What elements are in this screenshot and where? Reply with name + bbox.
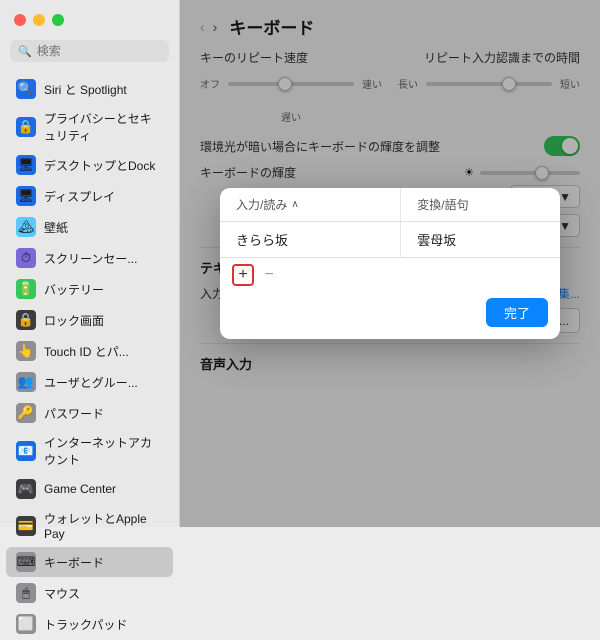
- sidebar-icon-wallpaper: 🏔: [16, 217, 36, 237]
- sidebar-icon-wallet: 💳: [16, 516, 36, 536]
- sidebar-icon-screensaver: ⏱: [16, 248, 36, 268]
- sidebar-item-battery[interactable]: 🔋 バッテリー: [6, 274, 173, 304]
- sidebar-icon-siri-spotlight: 🔍: [16, 79, 36, 99]
- done-button[interactable]: 完了: [486, 298, 548, 327]
- sidebar-label-trackpad: トラックパッド: [44, 616, 127, 633]
- sidebar-label-display: ディスプレイ: [44, 188, 115, 205]
- fullscreen-button[interactable]: [52, 14, 64, 26]
- traffic-lights: [14, 14, 64, 26]
- search-input[interactable]: [37, 44, 161, 58]
- search-bar[interactable]: 🔍: [10, 40, 169, 62]
- modal-overlay: 入力/読み ∧ 変換/語句 きらら坂 雲母坂 + − 完了: [180, 0, 600, 527]
- minimize-button[interactable]: [33, 14, 45, 26]
- sidebar-icon-lock-screen: 🔒: [16, 310, 36, 330]
- modal-footer: 完了: [220, 290, 560, 339]
- sidebar-item-game-center[interactable]: 🎮 Game Center: [6, 474, 173, 504]
- sidebar-icon-trackpad: ⬜: [16, 614, 36, 634]
- sidebar-icon-keyboard: ⌨: [16, 552, 36, 572]
- sidebar-item-privacy-security[interactable]: 🔒 プライバシーとセキュリティ: [6, 105, 173, 149]
- sidebar-icon-game-center: 🎮: [16, 479, 36, 499]
- sidebar-label-wallpaper: 壁紙: [44, 219, 68, 236]
- sidebar-label-siri-spotlight: Siri と Spotlight: [44, 81, 127, 98]
- sidebar-label-screensaver: スクリーンセー...: [44, 250, 137, 267]
- sidebar-icon-mouse: 🖱: [16, 583, 36, 603]
- sidebar-label-keyboard: キーボード: [44, 554, 104, 571]
- sidebar-label-game-center: Game Center: [44, 482, 116, 496]
- sidebar-item-users[interactable]: 👥 ユーザとグルー...: [6, 367, 173, 397]
- search-icon: 🔍: [18, 45, 32, 58]
- sidebar-label-users: ユーザとグルー...: [44, 374, 138, 391]
- sidebar-item-password[interactable]: 🔑 パスワード: [6, 398, 173, 428]
- sidebar-icon-battery: 🔋: [16, 279, 36, 299]
- sidebar-label-mouse: マウス: [44, 585, 80, 602]
- sidebar-icon-password: 🔑: [16, 403, 36, 423]
- sidebar-label-battery: バッテリー: [44, 281, 104, 298]
- sidebar-label-lock-screen: ロック画面: [44, 312, 104, 329]
- sidebar-icon-users: 👥: [16, 372, 36, 392]
- sidebar-item-mouse[interactable]: 🖱 マウス: [6, 578, 173, 608]
- sidebar-label-desktop-dock: デスクトップとDock: [44, 157, 155, 174]
- user-dict-modal: 入力/読み ∧ 変換/語句 きらら坂 雲母坂 + − 完了: [220, 188, 560, 339]
- sidebar-item-lock-screen[interactable]: 🔒 ロック画面: [6, 305, 173, 335]
- sidebar-item-screensaver[interactable]: ⏱ スクリーンセー...: [6, 243, 173, 273]
- close-button[interactable]: [14, 14, 26, 26]
- sidebar-item-wallet[interactable]: 💳 ウォレットとApple Pay: [6, 505, 173, 546]
- sidebar-icon-display: 🖥: [16, 186, 36, 206]
- sidebar-label-wallet: ウォレットとApple Pay: [44, 510, 163, 541]
- table-header-row: 入力/読み ∧ 変換/語句: [220, 188, 560, 222]
- sidebar-label-password: パスワード: [44, 405, 104, 422]
- sidebar-icon-touch-id: 👆: [16, 341, 36, 361]
- col1-header: 入力/読み ∧: [220, 188, 401, 222]
- sort-icon[interactable]: ∧: [291, 199, 298, 210]
- sidebar-label-internet: インターネットアカウント: [44, 434, 163, 468]
- convert-cell: 雲母坂: [401, 222, 560, 258]
- remove-entry-button[interactable]: −: [258, 264, 280, 286]
- input-cell: きらら坂: [220, 222, 401, 258]
- sidebar-label-privacy-security: プライバシーとセキュリティ: [44, 110, 163, 144]
- dict-table: 入力/読み ∧ 変換/語句 きらら坂 雲母坂: [220, 188, 560, 257]
- modal-actions: + −: [220, 257, 560, 290]
- sidebar-item-wallpaper[interactable]: 🏔 壁紙: [6, 212, 173, 242]
- sidebar-item-keyboard[interactable]: ⌨ キーボード: [6, 547, 173, 577]
- sidebar-item-siri-spotlight[interactable]: 🔍 Siri と Spotlight: [6, 74, 173, 104]
- sidebar-icon-internet: 📧: [16, 441, 36, 461]
- col2-header: 変換/語句: [401, 188, 560, 222]
- add-entry-button[interactable]: +: [232, 264, 254, 286]
- sidebar-item-trackpad[interactable]: ⬜ トラックパッド: [6, 609, 173, 639]
- main-content: ‹ › キーボード キーのリピート速度 リピート入力認識までの時間 オフ 速い …: [180, 0, 600, 527]
- sidebar-item-desktop-dock[interactable]: 🖥 デスクトップとDock: [6, 150, 173, 180]
- sidebar-item-display[interactable]: 🖥 ディスプレイ: [6, 181, 173, 211]
- sidebar-icon-desktop-dock: 🖥: [16, 155, 36, 175]
- sidebar-item-touch-id[interactable]: 👆 Touch ID とパ...: [6, 336, 173, 366]
- sidebar: 🔍 🔍 Siri と Spotlight 🔒 プライバシーとセキュリティ 🖥 デ…: [0, 0, 180, 527]
- sidebar-icon-privacy-security: 🔒: [16, 117, 36, 137]
- sidebar-label-touch-id: Touch ID とパ...: [44, 343, 129, 360]
- table-row: きらら坂 雲母坂: [220, 222, 560, 258]
- sidebar-item-internet[interactable]: 📧 インターネットアカウント: [6, 429, 173, 473]
